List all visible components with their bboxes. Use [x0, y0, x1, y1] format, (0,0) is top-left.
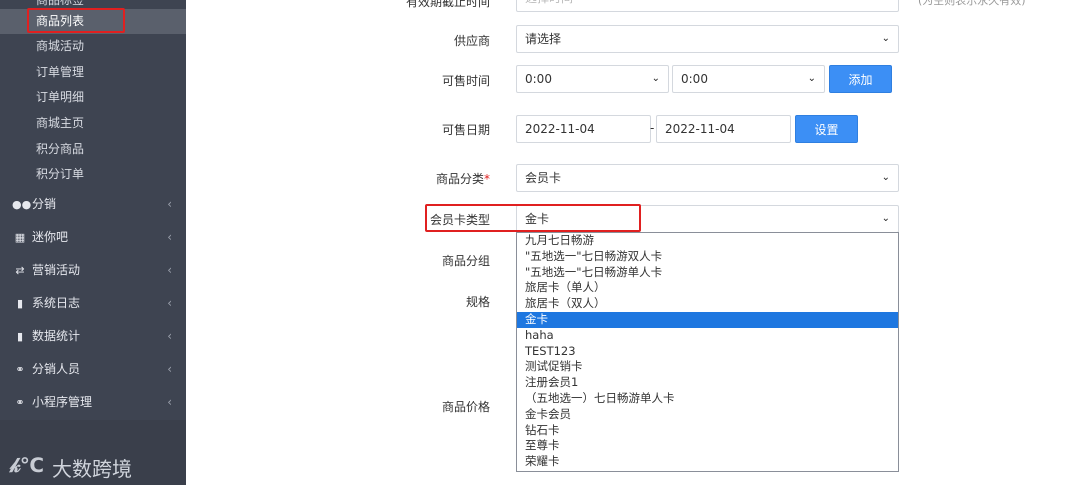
category-select-value: 会员卡	[525, 171, 562, 185]
file-icon: ▮	[16, 330, 24, 343]
sidebar-item-marketing[interactable]: ⇄ 营销活动 ‹	[0, 254, 186, 287]
sale-date-end-input[interactable]: 2022-11-04	[656, 115, 791, 143]
brand-logo: 𝓀℃	[10, 453, 44, 477]
supplier-select[interactable]: 请选择 ⌄	[516, 25, 899, 53]
chevron-left-icon: ‹	[167, 296, 172, 310]
category-label: 商品分类*	[400, 170, 490, 187]
set-date-button[interactable]: 设置	[795, 115, 858, 143]
price-label: 商品价格	[441, 400, 490, 414]
sale-date-start-input[interactable]: 2022-11-04	[516, 115, 651, 143]
brand-area: 𝓀℃ 大数跨境	[0, 420, 186, 485]
required-mark: *	[484, 172, 490, 186]
chevron-left-icon: ‹	[167, 329, 172, 343]
supplier-label: 供应商	[453, 34, 490, 48]
sidebar-subitem-mall-activity[interactable]: 商城活动	[0, 34, 186, 59]
sidebar: 商品标签 商品列表 商城活动 订单管理 订单明细 商城主页 积分商品 积分订单 …	[0, 0, 186, 485]
chevron-left-icon: ‹	[167, 395, 172, 409]
sidebar-item-label: 系统日志	[32, 296, 81, 310]
users-icon: ●●	[12, 198, 32, 211]
chevron-down-icon: ⌄	[881, 213, 890, 224]
sidebar-item-distribution[interactable]: ●●分销 ‹	[0, 188, 186, 221]
sidebar-item-label: 迷你吧	[32, 230, 69, 244]
chevron-left-icon: ‹	[167, 362, 172, 376]
sidebar-item-label: 数据统计	[32, 329, 81, 343]
chevron-left-icon: ‹	[167, 263, 172, 277]
sidebar-subitem-order-detail[interactable]: 订单明细	[0, 85, 186, 110]
brand-name: 大数跨境	[52, 457, 132, 481]
dropdown-option[interactable]: 九月七日畅游	[517, 233, 898, 249]
grid-icon: ▦	[14, 231, 26, 244]
sidebar-item-label: 营销活动	[32, 263, 81, 277]
sale-time-start-select[interactable]: 0:00 ⌄	[516, 65, 669, 93]
expiry-input[interactable]: 选择时间	[516, 0, 899, 12]
dropdown-option-selected[interactable]: 金卡	[517, 311, 898, 328]
dropdown-option[interactable]: 旅居卡（双人）	[517, 296, 898, 312]
sidebar-item-system-log[interactable]: ▮ 系统日志 ‹	[0, 287, 186, 320]
dropdown-option[interactable]: 旅居卡（单人）	[517, 280, 898, 296]
chat-icon: ⚭	[15, 396, 25, 409]
group-label: 商品分组	[441, 254, 490, 268]
chevron-down-icon: ⌄	[881, 33, 890, 44]
expiry-hint: (为空则表示永久有效)	[918, 0, 1026, 7]
add-time-button[interactable]: 添加	[829, 65, 892, 93]
category-select[interactable]: 会员卡 ⌄	[516, 164, 899, 192]
category-label-text: 商品分类	[435, 172, 484, 186]
sale-time-end-value: 0:00	[681, 72, 708, 86]
chevron-down-icon: ⌄	[807, 73, 816, 84]
dropdown-option[interactable]: 荣耀卡	[517, 454, 898, 470]
dropdown-option[interactable]: TEST123	[517, 344, 898, 360]
sidebar-item-miniprogram[interactable]: ⚭ 小程序管理 ‹	[0, 386, 186, 419]
chevron-down-icon: ⌄	[881, 172, 890, 183]
dropdown-option[interactable]: 金卡会员	[517, 407, 898, 423]
card-type-highlight-box	[425, 204, 641, 232]
dropdown-option[interactable]: 测试促销卡	[517, 359, 898, 375]
sidebar-item-label: 分销人员	[32, 362, 81, 376]
sidebar-subitem-points-goods[interactable]: 积分商品	[0, 137, 186, 162]
chevron-left-icon: ‹	[167, 230, 172, 244]
sale-time-label: 可售时间	[441, 74, 490, 88]
dropdown-option[interactable]: haha	[517, 328, 898, 344]
chat-icon: ⚭	[15, 363, 25, 376]
card-type-dropdown-list[interactable]: 九月七日畅游 "五地选一"七日畅游双人卡 "五地选一"七日畅游单人卡 旅居卡（单…	[516, 232, 899, 472]
dropdown-option[interactable]: 钻石卡	[517, 423, 898, 439]
dropdown-option[interactable]: （五地选一）七日畅游单人卡	[517, 391, 898, 407]
dropdown-option[interactable]: 至尊卡	[517, 438, 898, 454]
sidebar-item-label: 分销	[32, 197, 57, 211]
sidebar-subitem-mall-home[interactable]: 商城主页	[0, 111, 186, 136]
shuffle-icon: ⇄	[15, 264, 25, 277]
sidebar-item-distributors[interactable]: ⚭ 分销人员 ‹	[0, 353, 186, 386]
sidebar-item-label: 小程序管理	[32, 395, 93, 409]
file-icon: ▮	[16, 297, 24, 310]
sidebar-subitem-points-orders[interactable]: 积分订单	[0, 162, 186, 187]
dropdown-option[interactable]: 注册会员1	[517, 375, 898, 391]
date-range-separator: -	[650, 121, 655, 135]
sidebar-item-mini-bar[interactable]: ▦ 迷你吧 ‹	[0, 221, 186, 254]
expiry-label: 有效期截止时间	[405, 0, 490, 9]
sale-time-start-value: 0:00	[525, 72, 552, 86]
goods-list-highlight-box	[27, 8, 125, 33]
sidebar-item-data-stats[interactable]: ▮ 数据统计 ‹	[0, 320, 186, 353]
supplier-select-value: 请选择	[525, 32, 562, 46]
sale-date-label: 可售日期	[441, 123, 490, 137]
sidebar-subitem-order-manage[interactable]: 订单管理	[0, 60, 186, 85]
dropdown-option[interactable]: "五地选一"七日畅游单人卡	[517, 265, 898, 281]
sale-time-end-select[interactable]: 0:00 ⌄	[672, 65, 825, 93]
dropdown-option[interactable]: "五地选一"七日畅游双人卡	[517, 249, 898, 265]
chevron-left-icon: ‹	[167, 197, 172, 211]
chevron-down-icon: ⌄	[651, 73, 660, 84]
spec-label: 规格	[465, 295, 490, 309]
